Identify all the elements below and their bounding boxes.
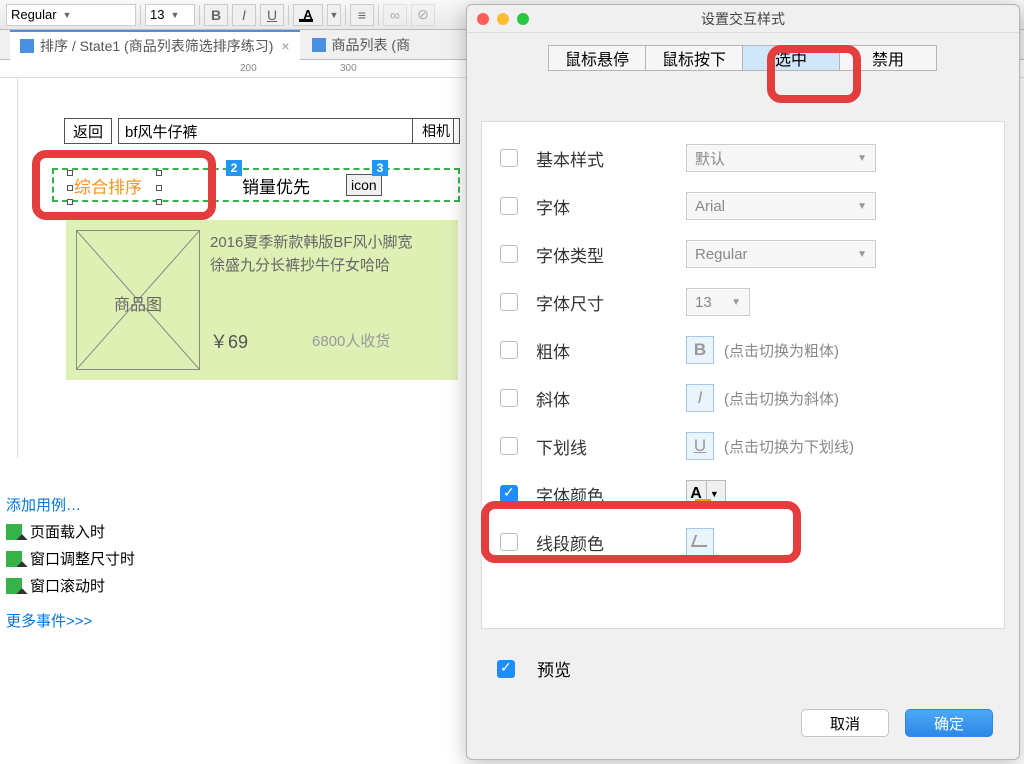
case-window-resize[interactable]: 窗口调整尺寸时 bbox=[6, 548, 135, 569]
link-icon[interactable]: ∞ bbox=[383, 4, 407, 26]
tab-disabled[interactable]: 禁用 bbox=[839, 45, 937, 71]
add-case-link[interactable]: 添加用例… bbox=[6, 497, 81, 514]
cancel-button[interactable]: 取消 bbox=[801, 709, 889, 737]
underline-button[interactable]: U bbox=[260, 4, 284, 26]
case-window-scroll[interactable]: 窗口滚动时 bbox=[6, 575, 135, 596]
font-style-select[interactable]: Regular▼ bbox=[6, 4, 136, 26]
property-list: 基本样式默认▼ 字体Arial▼ 字体类型Regular▼ 字体尺寸13▼ 粗体… bbox=[481, 121, 1005, 629]
close-icon[interactable] bbox=[477, 13, 489, 25]
sort-icon-btn[interactable]: icon bbox=[346, 174, 382, 196]
footnote-2: 2 bbox=[226, 160, 242, 176]
ok-button[interactable]: 确定 bbox=[905, 709, 993, 737]
bullets-icon[interactable]: ≡ bbox=[350, 4, 374, 26]
interaction-styles-dialog: 设置交互样式 鼠标悬停 鼠标按下 选中 禁用 基本样式默认▼ 字体Arial▼ … bbox=[466, 4, 1020, 760]
tab-hover[interactable]: 鼠标悬停 bbox=[548, 45, 646, 71]
doc-tab-1[interactable]: 排序 / State1 (商品列表筛选排序练习)× bbox=[10, 30, 300, 60]
event-icon bbox=[6, 578, 22, 594]
underline-toggle[interactable]: U bbox=[686, 432, 714, 460]
text-color-button[interactable]: A bbox=[293, 4, 323, 26]
bold-toggle[interactable]: B bbox=[686, 336, 714, 364]
preview-row: 预览 bbox=[497, 656, 571, 681]
product-title: 2016夏季新款韩版BF风小脚宽徐盛九分长裤抄牛仔女哈哈 bbox=[210, 232, 413, 277]
case-page-load[interactable]: 页面载入时 bbox=[6, 521, 135, 542]
chk-font[interactable] bbox=[500, 197, 518, 215]
chk-bold[interactable] bbox=[500, 341, 518, 359]
event-icon bbox=[6, 524, 22, 540]
event-icon bbox=[6, 551, 22, 567]
italic-toggle[interactable]: I bbox=[686, 384, 714, 412]
minimize-icon[interactable] bbox=[497, 13, 509, 25]
chk-linecolor[interactable] bbox=[500, 533, 518, 551]
chk-preview[interactable] bbox=[497, 660, 515, 678]
chk-fontsize[interactable] bbox=[500, 293, 518, 311]
chk-fontcolor[interactable] bbox=[500, 485, 518, 503]
basestyle-select[interactable]: 默认▼ bbox=[686, 144, 876, 172]
product-price: ￥69 bbox=[210, 328, 248, 354]
text-color-arrow[interactable]: ▼ bbox=[327, 4, 341, 26]
doc-tab-2[interactable]: 商品列表 (商 bbox=[302, 31, 421, 59]
dialog-title: 设置交互样式 bbox=[701, 9, 785, 29]
font-size-select[interactable]: 13▼ bbox=[145, 4, 195, 26]
font-select[interactable]: Arial▼ bbox=[686, 192, 876, 220]
state-tabs: 鼠标悬停 鼠标按下 选中 禁用 bbox=[467, 33, 1019, 83]
sort-sales[interactable]: 销量优先 bbox=[242, 173, 310, 198]
tab-selected[interactable]: 选中 bbox=[742, 45, 840, 71]
camera-button[interactable]: 相机 bbox=[412, 118, 460, 144]
vertical-ruler bbox=[0, 78, 18, 458]
more-events-link[interactable]: 更多事件>>> bbox=[6, 610, 135, 631]
close-icon[interactable]: × bbox=[281, 38, 289, 54]
back-button[interactable]: 返回 bbox=[64, 118, 112, 144]
fontsize-select[interactable]: 13▼ bbox=[686, 288, 750, 316]
italic-button[interactable]: I bbox=[232, 4, 256, 26]
interactions-panel: 添加用例… 页面载入时 窗口调整尺寸时 窗口滚动时 更多事件>>> bbox=[6, 494, 135, 631]
sort-row: 综合排序 2 销量优先 3 icon bbox=[52, 168, 460, 202]
chk-fonttype[interactable] bbox=[500, 245, 518, 263]
zoom-icon[interactable] bbox=[517, 13, 529, 25]
dialog-titlebar[interactable]: 设置交互样式 bbox=[467, 5, 1019, 33]
unlink-icon[interactable]: ⊘ bbox=[411, 4, 435, 26]
chk-underline[interactable] bbox=[500, 437, 518, 455]
product-image-placeholder: 商品图 bbox=[76, 230, 200, 370]
product-card: 商品图 2016夏季新款韩版BF风小脚宽徐盛九分长裤抄牛仔女哈哈 ￥69 680… bbox=[66, 220, 458, 380]
footnote-3: 3 bbox=[372, 160, 388, 176]
fontcolor-picker[interactable]: A▼ bbox=[686, 480, 726, 508]
chk-italic[interactable] bbox=[500, 389, 518, 407]
bold-button[interactable]: B bbox=[204, 4, 228, 26]
product-buyers: 6800人收货 bbox=[312, 330, 390, 351]
fonttype-select[interactable]: Regular▼ bbox=[686, 240, 876, 268]
linecolor-picker[interactable] bbox=[686, 528, 714, 556]
search-input[interactable]: bf风牛仔裤 bbox=[118, 118, 454, 144]
chk-basestyle[interactable] bbox=[500, 149, 518, 167]
tab-mousedown[interactable]: 鼠标按下 bbox=[645, 45, 743, 71]
sort-comprehensive[interactable]: 综合排序 bbox=[74, 178, 142, 197]
